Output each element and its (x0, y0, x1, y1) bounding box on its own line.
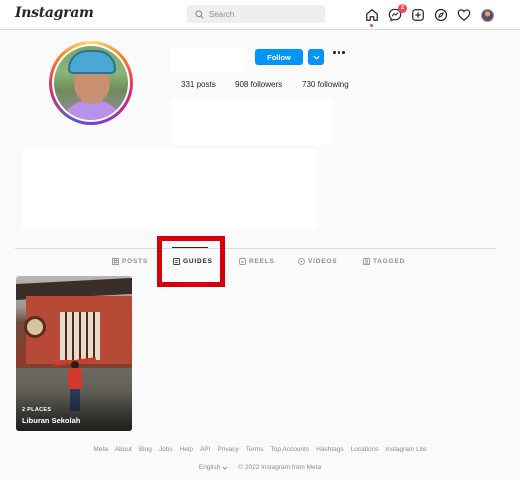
explore-icon (434, 8, 448, 22)
messenger-button[interactable]: 2 (387, 4, 407, 23)
tab-reels[interactable]: REELS (239, 258, 275, 265)
reels-icon (239, 258, 246, 265)
search-icon (195, 9, 204, 19)
follow-button[interactable]: Follow (255, 49, 303, 65)
footer-link[interactable]: Jobs (159, 446, 173, 453)
footer-link[interactable]: About (115, 446, 132, 453)
language-label: English (198, 464, 221, 471)
copyright: © 2022 Instagram from Meta (238, 464, 322, 471)
tab-posts-label: POSTS (122, 258, 149, 265)
active-indicator-dot (370, 24, 373, 27)
video-icon (298, 258, 305, 265)
footer-link[interactable]: Top Accounts (270, 446, 309, 453)
tab-tagged[interactable]: TAGGED (363, 258, 405, 265)
explore-button[interactable] (433, 7, 449, 23)
footer-link[interactable]: Privacy (217, 446, 238, 453)
chevron-down-icon (222, 466, 228, 470)
heart-icon (457, 9, 471, 22)
footer-link[interactable]: Hashtags (316, 446, 343, 453)
language-selector[interactable]: English (199, 464, 228, 471)
profile-stats: 331 posts 908 followers 730 following (181, 80, 349, 89)
tab-tagged-label: TAGGED (373, 258, 406, 265)
guide-card[interactable]: 2 PLACES Liburan Sekolah (16, 276, 132, 431)
more-icon (333, 51, 336, 54)
footer-links: Meta About Blog Jobs Help API Privacy Te… (0, 446, 520, 453)
footer-link[interactable]: Help (180, 446, 193, 453)
profile-avatar (480, 8, 494, 22)
top-navigation-bar: Instagram 2 (0, 0, 520, 30)
instagram-logo[interactable]: Instagram (15, 5, 94, 21)
suggested-accounts-button[interactable] (308, 49, 324, 65)
tagged-icon (363, 258, 370, 265)
footer-link[interactable]: Blog (139, 446, 152, 453)
redacted-bio (22, 149, 316, 229)
search-box[interactable] (187, 5, 325, 23)
new-post-icon (412, 9, 424, 21)
profile-picture (54, 46, 128, 120)
notification-badge: 2 (398, 4, 407, 13)
guide-title: Liburan Sekolah (22, 416, 81, 425)
tab-posts[interactable]: POSTS (112, 258, 148, 265)
footer-link[interactable]: Meta (93, 446, 107, 453)
posts-count: 331 posts (181, 80, 216, 89)
new-post-button[interactable] (410, 7, 426, 23)
followers-count[interactable]: 908 followers (235, 80, 302, 89)
activity-button[interactable] (456, 7, 472, 23)
footer-link[interactable]: Locations (351, 446, 379, 453)
more-options-button[interactable] (333, 51, 345, 54)
tab-videos[interactable]: VIDEOS (298, 258, 337, 265)
footer-bottom: English © 2022 Instagram from Meta (0, 464, 520, 471)
profile-avatar-story-ring[interactable] (49, 41, 133, 125)
footer-link[interactable]: Instagram Lite (385, 446, 426, 453)
guide-places-count: 2 PLACES (22, 407, 52, 413)
home-icon (366, 9, 378, 21)
tab-reels-label: REELS (249, 258, 275, 265)
following-count[interactable]: 730 following (302, 80, 349, 89)
search-input[interactable] (209, 9, 309, 19)
tab-videos-label: VIDEOS (308, 258, 338, 265)
tabs-divider (15, 248, 496, 249)
grid-icon (112, 258, 119, 265)
footer-link[interactable]: API (200, 446, 210, 453)
highlight-annotation-box (157, 236, 225, 287)
home-button[interactable] (364, 7, 380, 27)
redacted-username (170, 47, 245, 71)
profile-menu-button[interactable] (479, 7, 495, 23)
redacted-name (171, 100, 333, 145)
chevron-down-icon (312, 55, 320, 60)
footer-link[interactable]: Terms (246, 446, 264, 453)
